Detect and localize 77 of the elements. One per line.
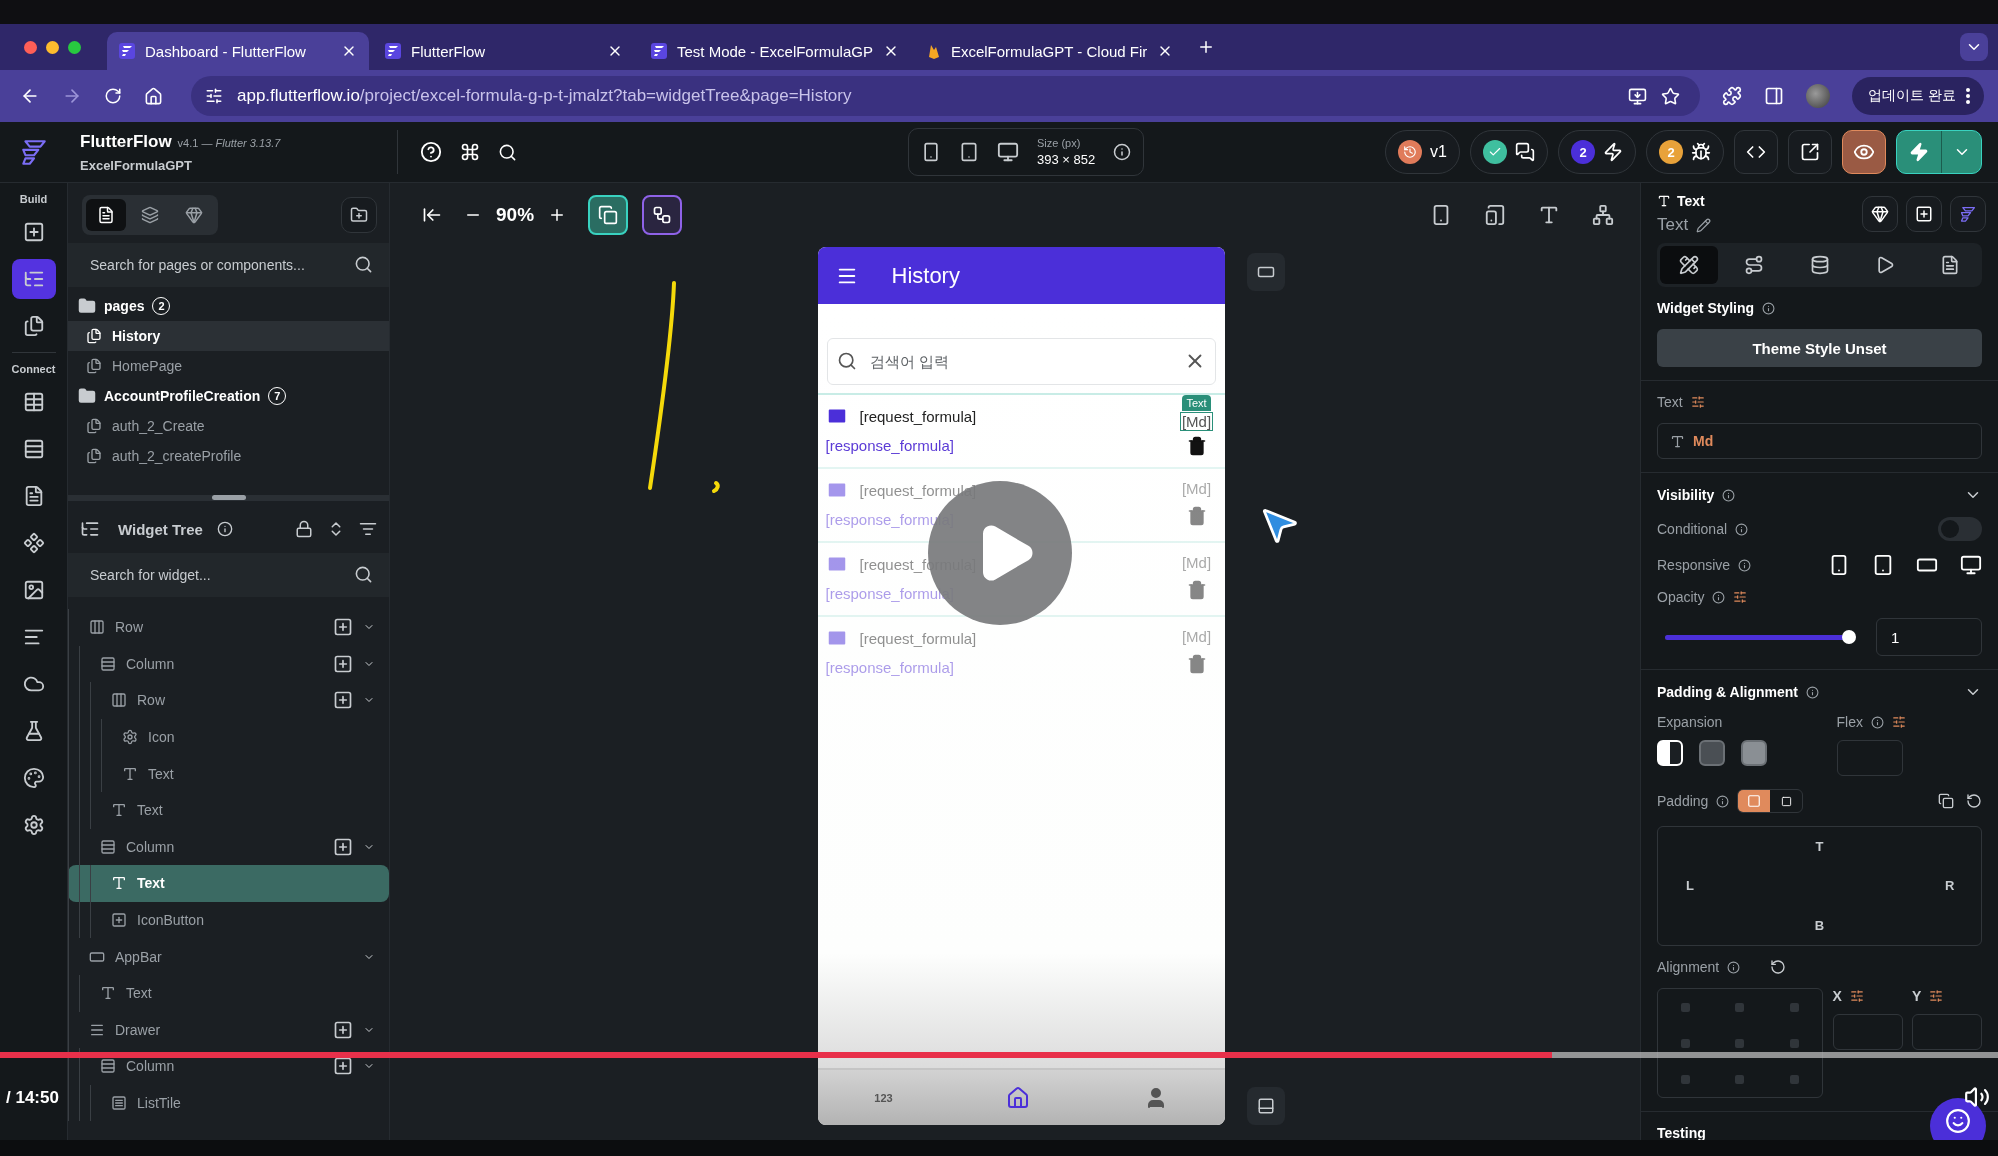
size-label: Size (px) (1037, 137, 1082, 149)
tree-item[interactable]: Row (68, 609, 389, 646)
rail-section-label: Connect (11, 363, 56, 375)
version-text: v4.1 — Flutter 3.13.7 (177, 136, 281, 149)
widget-search-field[interactable]: Search for widget... (68, 553, 389, 597)
tree-item[interactable]: ListTile (68, 1084, 389, 1122)
field-label: Opacity (1657, 589, 1705, 605)
video-time: / 14:50 (6, 1088, 59, 1108)
page-folder[interactable]: AccountProfileCreation 7 (68, 381, 389, 411)
field-label: Responsive (1657, 557, 1731, 573)
update-button[interactable]: 업데이트 완료 (1852, 77, 1984, 115)
rail-section-label: Build (19, 193, 48, 205)
tree-item[interactable]: Column (68, 645, 389, 683)
browser-tab[interactable]: FlutterFlow (373, 32, 635, 70)
model-tag: [Md] (1179, 627, 1214, 646)
page-search-field[interactable]: Search for pages or components... (68, 243, 389, 287)
widget-name: Text (1657, 215, 1689, 235)
tree-item[interactable]: Text (68, 974, 389, 1012)
page-folder[interactable]: pages 2 (68, 291, 389, 321)
app-bar-title: History (891, 262, 960, 289)
side-label: L (1686, 878, 1694, 894)
search-field[interactable]: 검색어 입력 (826, 338, 1216, 385)
history-item[interactable]: [request_formula] [response_formula] Text [Md] (817, 393, 1225, 467)
page-item[interactable]: auth_2_createProfile (68, 441, 389, 471)
address-field[interactable]: app.flutterflow.io/project/excel-formula-g-p-t-jmalzt?tab=widgetTree&page=History (191, 76, 1701, 116)
theme-style-button[interactable]: Theme Style Unset (1657, 329, 1982, 367)
request-text: [request_formula] (859, 407, 977, 425)
page-item[interactable]: auth_2_Create (68, 411, 389, 441)
model-tag: [Md] (1179, 553, 1214, 572)
widget-type: Text (1677, 193, 1705, 209)
padding-editor[interactable]: T L R B (1657, 826, 1982, 946)
url-host: app.flutterflow.io (237, 86, 360, 106)
section-title: Padding & Alignment (1657, 684, 1799, 700)
page-item[interactable]: HomePage (68, 351, 389, 381)
model-tag: [Md] (1179, 412, 1214, 431)
field-label: Conditional (1657, 521, 1728, 537)
response-text: [response_formula] (825, 659, 955, 676)
field-label: X (1832, 988, 1842, 1004)
side-label: B (1814, 917, 1825, 933)
response-text: [response_formula] (825, 437, 955, 454)
field-label: Y (1912, 988, 1922, 1004)
size-value: 393 × 852 (1037, 152, 1096, 167)
field-label: Flex (1836, 714, 1863, 730)
side-label: R (1945, 878, 1955, 894)
model-tag: [Md] (1179, 479, 1214, 498)
tree-item[interactable]: Text (68, 791, 389, 829)
field-label: Padding (1657, 793, 1709, 809)
field-label: Alignment (1657, 959, 1720, 975)
side-label: T (1815, 839, 1824, 855)
browser-tab[interactable]: ExcelFormulaGPT - Cloud Fir (914, 32, 1186, 70)
url-path: /project/excel-formula-g-p-t-jmalzt?tab=widgetTree&page=History (359, 86, 852, 106)
tree-item[interactable]: Text (68, 865, 389, 902)
tree-item[interactable]: Icon (68, 718, 389, 756)
tree-item[interactable]: Drawer (68, 1011, 389, 1049)
builds-button[interactable]: 2 (1558, 130, 1636, 174)
section-title: Visibility (1657, 487, 1715, 503)
selection-tag: Text (1182, 395, 1211, 411)
tree-item[interactable]: IconButton (68, 901, 389, 939)
project-name: ExcelFormulaGPT (80, 157, 193, 173)
tree-item[interactable]: AppBar (68, 938, 389, 975)
version-button[interactable]: v1 (1385, 130, 1460, 174)
section-title: Testing (1657, 1125, 1707, 1140)
section-title: Widget Styling (1657, 300, 1755, 316)
field-label: Expansion (1657, 714, 1724, 730)
nav-item[interactable]: 123 (874, 1091, 893, 1104)
page-item[interactable]: History (68, 321, 389, 351)
tree-item[interactable]: Row (68, 682, 389, 719)
zoom-level: 90% (496, 204, 535, 226)
text-value-field[interactable]: Md (1657, 423, 1982, 459)
widget-tree-title: Widget Tree (118, 520, 203, 538)
app-name: FlutterFlow (80, 131, 172, 152)
tree-item[interactable]: Text (68, 755, 389, 792)
request-text: [request_formula] (859, 629, 977, 647)
opacity-field[interactable]: 1 (1876, 618, 1982, 656)
browser-tab[interactable]: Test Mode - ExcelFormulaGP (639, 32, 911, 70)
field-label: Text (1657, 394, 1683, 410)
browser-tab[interactable]: Dashboard - FlutterFlow (107, 32, 369, 70)
